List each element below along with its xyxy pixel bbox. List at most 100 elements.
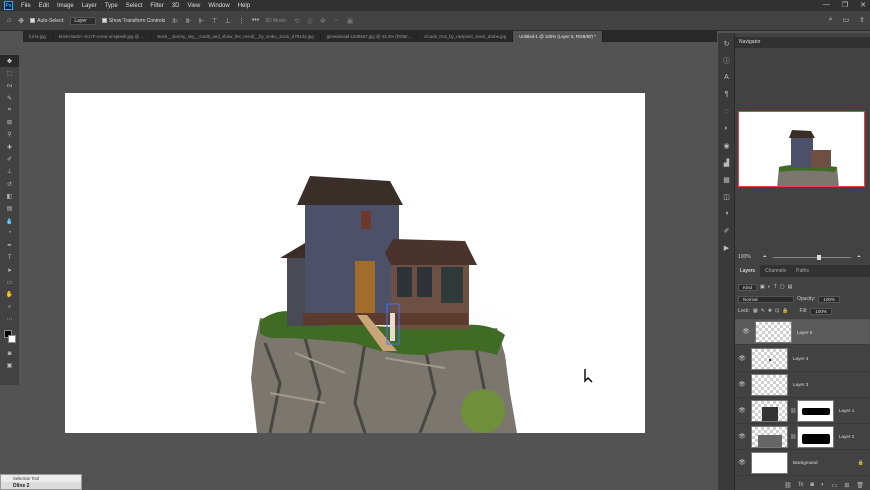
3d-orbit-icon[interactable]: ⟲: [294, 17, 300, 25]
kind-filter-dropdown[interactable]: Kind: [738, 283, 758, 291]
auto-select-checkbox[interactable]: Auto-Select:: [30, 18, 64, 24]
document-tab[interactable]: Untitled-1 @ 100% (Layer 5, RGB/8#) *: [513, 31, 603, 42]
background-color-swatch[interactable]: [8, 334, 16, 343]
layer-row[interactable]: 👁 ⛓ Layer 2: [735, 424, 870, 450]
document-canvas[interactable]: [65, 93, 645, 433]
layer-lock-icon[interactable]: 🔒: [858, 460, 864, 466]
info-icon[interactable]: ⓘ: [718, 54, 735, 67]
layer-name[interactable]: Layer 5: [797, 329, 812, 336]
menu-image[interactable]: Image: [57, 3, 74, 9]
frame-tool-icon[interactable]: ⊠: [0, 116, 19, 128]
menu-help[interactable]: Help: [238, 3, 250, 9]
layer-name[interactable]: Layer 4: [793, 356, 808, 361]
filter-adjust-icon[interactable]: ◐: [768, 284, 771, 290]
layer-thumbnail[interactable]: [755, 321, 792, 343]
layer-thumbnail[interactable]: [751, 425, 788, 448]
floating-tool-panel[interactable]: Selection Tool Dline 2: [0, 474, 82, 490]
crop-tool-icon[interactable]: ⌗: [0, 104, 19, 116]
tab-channels[interactable]: Channels: [760, 265, 791, 277]
filter-type-icon[interactable]: T: [774, 284, 777, 290]
rectangle-tool-icon[interactable]: ▭: [0, 276, 19, 288]
workspace-icon[interactable]: ▭: [843, 16, 850, 24]
opacity-value[interactable]: 100%: [818, 295, 840, 303]
adjustment-layer-icon[interactable]: ◐: [821, 482, 825, 488]
history-brush-icon[interactable]: ↺: [0, 178, 19, 190]
layer-row[interactable]: 👁 Layer 4: [735, 346, 870, 372]
menu-layer[interactable]: Layer: [82, 3, 97, 9]
3d-scale-icon[interactable]: ▣: [347, 17, 354, 25]
character-icon[interactable]: A: [718, 71, 735, 84]
align-middle-icon[interactable]: ⊥: [225, 17, 231, 25]
add-mask-icon[interactable]: ◙: [810, 482, 814, 488]
align-right-icon[interactable]: ⊩: [199, 17, 205, 25]
zoom-slider[interactable]: [772, 254, 851, 260]
link-layers-icon[interactable]: ⛓: [784, 482, 792, 489]
visibility-eye-icon[interactable]: 👁: [739, 329, 753, 336]
visibility-eye-icon[interactable]: 👁: [735, 355, 749, 362]
fill-value[interactable]: 100%: [810, 307, 832, 315]
document-tab[interactable]: kristi-martin-~b17F-ezew-unsplash.jpg @ …: [53, 31, 151, 42]
layer-thumbnail[interactable]: [751, 347, 788, 370]
layer-name[interactable]: Background: [793, 460, 818, 465]
minimize-button[interactable]: —: [823, 1, 830, 9]
document-tab[interactable]: ful-hr.jpg: [23, 31, 53, 42]
menu-filter[interactable]: Filter: [150, 3, 163, 9]
auto-select-dropdown[interactable]: Layer: [70, 16, 96, 25]
tab-layers[interactable]: Layers: [735, 265, 761, 277]
layer-name[interactable]: Layer 2: [839, 434, 854, 439]
menu-view[interactable]: View: [187, 3, 200, 9]
layer-name[interactable]: Layer 1: [839, 408, 854, 413]
blur-tool-icon[interactable]: 💧: [0, 215, 19, 227]
layer-row[interactable]: 👁 Layer 5: [735, 319, 870, 345]
styles-icon[interactable]: ◫: [718, 190, 735, 203]
align-left-icon[interactable]: ⊫: [172, 17, 178, 25]
move-tool-icon[interactable]: ✥: [0, 55, 19, 68]
3d-pan-icon[interactable]: ✥: [320, 17, 326, 25]
light-icon[interactable]: ◌: [718, 105, 735, 118]
layer-mask-thumbnail[interactable]: [797, 425, 834, 448]
lock-all-icon[interactable]: 🔒: [782, 308, 788, 314]
color-icon[interactable]: ◉: [718, 139, 735, 152]
menu-file[interactable]: File: [21, 3, 31, 9]
align-top-icon[interactable]: ⊤: [212, 17, 218, 25]
layer-name[interactable]: Layer 3: [793, 382, 808, 387]
adjustments-icon[interactable]: ◐: [718, 122, 735, 135]
mask-link-icon[interactable]: ⛓: [790, 408, 796, 414]
layer-thumbnail[interactable]: [751, 399, 788, 422]
home-icon[interactable]: ⌂: [7, 17, 11, 24]
quick-mask-icon[interactable]: ◙: [0, 348, 19, 360]
layer-row[interactable]: 👁 Layer 3: [735, 372, 870, 398]
lasso-tool-icon[interactable]: ᔓ: [0, 80, 19, 92]
group-icon[interactable]: ▭: [832, 482, 838, 489]
visibility-eye-icon[interactable]: 👁: [735, 459, 749, 466]
eyedropper-tool-icon[interactable]: ⚲: [0, 129, 19, 141]
properties-icon[interactable]: ◑: [718, 207, 735, 220]
search-icon[interactable]: ⌕: [829, 16, 833, 24]
marquee-tool-icon[interactable]: ⬚: [0, 67, 19, 79]
fx-icon[interactable]: fx: [799, 482, 804, 488]
share-icon[interactable]: ⇪: [859, 16, 865, 24]
layer-row[interactable]: 👁 ⛓ Layer 1: [735, 398, 870, 424]
brushes-icon[interactable]: ✐: [718, 224, 735, 237]
lock-artboard-icon[interactable]: ⊡: [775, 308, 779, 314]
history-icon[interactable]: ↻: [718, 37, 735, 50]
document-tab[interactable]: gimedesald-1338667.jpg @ 33.3% (RGB/...: [321, 31, 419, 42]
brush-tool-icon[interactable]: ✐: [0, 153, 19, 165]
3d-slide-icon[interactable]: ⇔: [333, 17, 340, 24]
more-options-icon[interactable]: •••: [252, 17, 259, 24]
type-tool-icon[interactable]: T: [0, 252, 19, 264]
zoom-slider-handle[interactable]: [816, 254, 821, 260]
new-layer-icon[interactable]: ⊞: [844, 482, 849, 489]
layer-row[interactable]: 👁 Background 🔒: [735, 450, 870, 476]
lock-paint-icon[interactable]: ✎: [761, 308, 765, 314]
checkbox-icon[interactable]: [30, 18, 36, 23]
menu-select[interactable]: Select: [126, 3, 143, 9]
close-button[interactable]: ✕: [860, 1, 866, 9]
visibility-eye-icon[interactable]: 👁: [735, 381, 749, 388]
histogram-icon[interactable]: ▟: [718, 156, 735, 169]
delete-layer-icon[interactable]: 🗑: [856, 482, 864, 489]
filter-shape-icon[interactable]: ▢: [780, 284, 785, 290]
color-swatches[interactable]: [0, 326, 19, 348]
visibility-eye-icon[interactable]: 👁: [735, 433, 749, 440]
filter-pixel-icon[interactable]: ▣: [760, 284, 765, 290]
